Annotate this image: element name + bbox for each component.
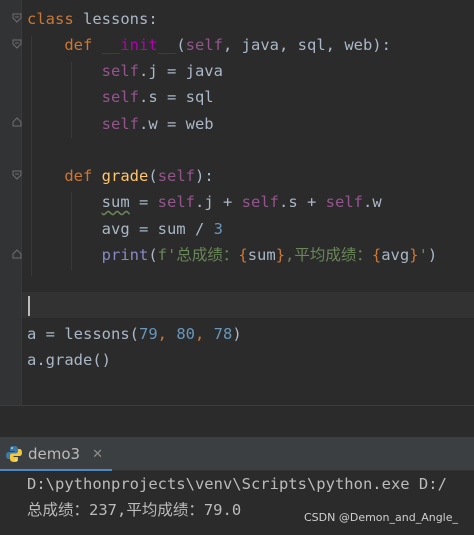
code-line-10[interactable]: print(f'总成绩：{sum},平均成绩：{avg}') xyxy=(27,242,438,268)
fstring-expr: avg xyxy=(381,246,410,264)
code-editor[interactable]: class lessons: def __init__(self, java, … xyxy=(0,0,474,405)
code-text: .s = sql xyxy=(138,88,214,106)
code-line-7[interactable]: def grade(self): xyxy=(27,163,214,189)
editor-gutter xyxy=(0,0,22,405)
watermark: CSDN @Demon_and_Angle_ xyxy=(303,511,458,524)
self-param: self xyxy=(185,36,223,54)
paren: ( xyxy=(148,167,158,185)
self-param: self xyxy=(157,167,196,185)
variable-sum: sum xyxy=(101,193,130,211)
self-ref: self xyxy=(101,115,139,133)
console-output-line: 总成绩：237,平均成绩：79.0 xyxy=(27,501,242,519)
string: ,平均成绩： xyxy=(285,246,372,264)
fstring-brace: { xyxy=(371,246,382,264)
code-text: .w xyxy=(362,193,382,211)
fstring-expr: sum xyxy=(247,246,276,264)
self-ref: self xyxy=(101,62,139,80)
current-line-highlight xyxy=(22,292,474,318)
code-text: .w = web xyxy=(138,115,214,133)
comma: , xyxy=(157,325,177,343)
builtin-print: print xyxy=(101,246,149,264)
number: 79 xyxy=(138,325,158,343)
keyword: class xyxy=(27,10,74,28)
paren: ( xyxy=(148,246,158,264)
fold-marker-icon[interactable] xyxy=(12,13,22,23)
fstring-brace: } xyxy=(409,246,419,264)
params: , java, sql, web): xyxy=(223,36,391,54)
python-icon xyxy=(6,446,22,462)
code-text: .j + xyxy=(194,193,242,211)
number: 3 xyxy=(213,220,223,238)
code-line-4[interactable]: self.s = sql xyxy=(27,84,214,110)
code-text: avg = sum / xyxy=(101,220,214,238)
paren: ) xyxy=(427,246,438,264)
code-line-14[interactable]: a.grade() xyxy=(27,347,111,373)
text-caret xyxy=(28,296,30,316)
code-text: a = lessons( xyxy=(27,325,139,343)
paren: ( xyxy=(176,36,186,54)
number: 78 xyxy=(213,325,233,343)
fold-end-icon[interactable] xyxy=(12,249,22,259)
self-ref: self xyxy=(101,88,139,106)
code-line-2[interactable]: def __init__(self, java, sql, web): xyxy=(27,32,391,58)
function-name: grade xyxy=(101,167,149,185)
comma: , xyxy=(195,325,214,343)
code-text: = xyxy=(129,193,158,211)
code-line-9[interactable]: avg = sum / 3 xyxy=(27,216,223,242)
fstring-brace: } xyxy=(275,246,286,264)
self-ref: self xyxy=(325,193,363,211)
code-line-5[interactable]: self.w = web xyxy=(27,111,214,137)
close-icon[interactable]: ✕ xyxy=(92,447,103,462)
string: ' xyxy=(418,246,428,264)
run-tool-window-tabs: demo3 ✕ xyxy=(0,437,474,472)
code-line-13[interactable]: a = lessons(79, 80, 78) xyxy=(27,321,242,347)
fold-marker-icon[interactable] xyxy=(12,39,22,49)
code-text: .j = java xyxy=(138,62,223,80)
code-text: a.grade() xyxy=(27,351,111,369)
string: f'总成绩： xyxy=(157,246,239,264)
code-line-3[interactable]: self.j = java xyxy=(27,58,223,84)
run-tab-label: demo3 xyxy=(28,445,81,463)
self-ref: self xyxy=(157,193,195,211)
fold-end-icon[interactable] xyxy=(12,117,22,127)
fold-marker-icon[interactable] xyxy=(12,170,22,180)
run-console[interactable]: D:\pythonprojects\venv\Scripts\python.ex… xyxy=(0,471,474,535)
paren: ) xyxy=(232,325,242,343)
function-name: __init__ xyxy=(101,36,177,54)
code-text: .s + xyxy=(278,193,326,211)
self-ref: self xyxy=(241,193,279,211)
paren: ): xyxy=(195,167,214,185)
run-tab-demo3[interactable]: demo3 ✕ xyxy=(0,437,112,472)
panel-divider[interactable] xyxy=(0,405,474,437)
console-command-line: D:\pythonprojects\venv\Scripts\python.ex… xyxy=(27,475,447,493)
keyword: def xyxy=(64,167,93,185)
number: 80 xyxy=(176,325,195,343)
code-line-8[interactable]: sum = self.j + self.s + self.w xyxy=(27,189,382,215)
class-name: lessons: xyxy=(73,10,158,28)
fstring-brace: { xyxy=(238,246,248,264)
keyword: def xyxy=(64,36,93,54)
code-line-1[interactable]: class lessons: xyxy=(27,6,158,32)
